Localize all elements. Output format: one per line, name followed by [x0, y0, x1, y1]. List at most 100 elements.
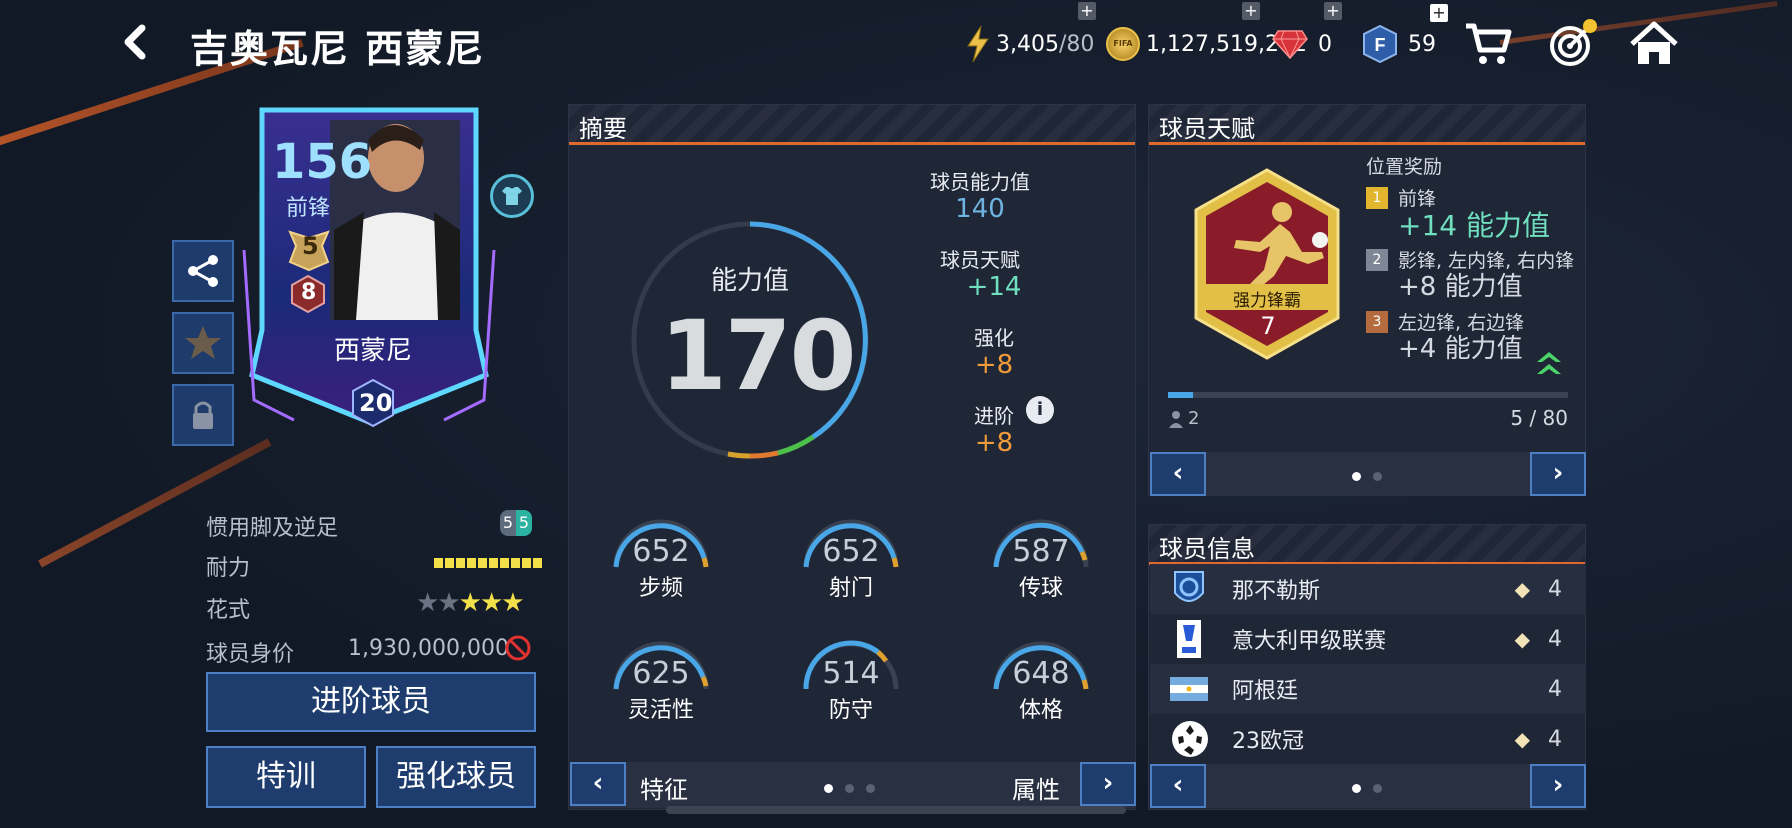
info-row-level: 4: [1548, 676, 1562, 702]
rank-badge: 5: [286, 226, 330, 272]
card-position: 前锋: [286, 196, 331, 221]
advance-value: +8: [974, 428, 1014, 458]
stat-label: 步频: [638, 576, 683, 601]
stat-value: 648: [1012, 656, 1070, 691]
add-gems-button[interactable]: +: [1324, 2, 1342, 20]
level-badge: 8: [288, 274, 328, 314]
add-coins-button[interactable]: +: [1242, 2, 1260, 20]
info-row-level: 4: [1548, 626, 1562, 652]
enhance-label: 强化: [974, 326, 1014, 350]
league-logo-icon: [1177, 620, 1201, 658]
talent-prev-button[interactable]: ‹: [1150, 452, 1206, 496]
stamina-label: 耐力: [206, 556, 251, 581]
talent-progress-fill: [1168, 392, 1193, 398]
traits-tab[interactable]: 特征: [640, 770, 688, 805]
page-dots: [1346, 778, 1388, 797]
argentina-flag-icon: [1170, 677, 1208, 701]
info-icon[interactable]: i: [1026, 396, 1054, 424]
ovr-value: 170: [660, 300, 856, 412]
training-button[interactable]: 特训: [206, 746, 366, 808]
info-row-level: 4: [1548, 726, 1562, 752]
gem-value: 0: [1318, 31, 1332, 57]
talent-header: 球员天赋: [1149, 105, 1585, 145]
cart-icon: [1466, 23, 1512, 64]
player-value: 1,930,000,000: [348, 636, 509, 661]
stat-value: 652: [632, 534, 690, 569]
star-icon: ★: [479, 588, 503, 618]
jersey-icon: [502, 187, 522, 205]
stat-value: 625: [632, 656, 690, 691]
favorite-button[interactable]: [172, 312, 234, 374]
not-tradable-icon: [504, 634, 532, 666]
season-badge: 20: [348, 378, 398, 428]
energy-value: 3,405: [996, 31, 1059, 57]
info-prev-button[interactable]: ‹: [1150, 764, 1206, 808]
add-energy-button[interactable]: +: [1078, 2, 1096, 20]
back-button[interactable]: [118, 20, 158, 64]
club-crest-icon: [1174, 571, 1204, 602]
info-row-name: 23欧冠: [1232, 729, 1304, 754]
champions-ball-icon: [1172, 721, 1208, 757]
skill-moves-label: 花式: [206, 598, 251, 623]
attributes-tab[interactable]: 属性: [1012, 770, 1060, 805]
lock-button[interactable]: [172, 384, 234, 446]
page-title: 吉奥瓦尼 西蒙尼: [190, 27, 486, 71]
info-row-league[interactable]: 意大利甲级联赛 ◆ 4: [1150, 614, 1586, 664]
info-row-nation[interactable]: 阿根廷 4: [1150, 664, 1586, 714]
stat-value: 514: [822, 656, 880, 691]
info-next-button[interactable]: ›: [1530, 764, 1586, 808]
rank-value: 5: [302, 232, 319, 260]
coin-icon: FIFA: [1106, 27, 1140, 61]
talent-count-value: 2: [1188, 408, 1200, 429]
skill-stars: ★★★★★: [416, 588, 525, 618]
info-row-club[interactable]: 那不勒斯 ◆ 4: [1150, 564, 1586, 614]
shop-button[interactable]: [1462, 18, 1514, 70]
level-value: 8: [301, 280, 317, 305]
tier-rank: 2: [1366, 248, 1388, 271]
stat-label: 体格: [1018, 698, 1063, 723]
kit-button[interactable]: [490, 174, 534, 218]
objectives-button[interactable]: [1546, 18, 1598, 70]
stat-label: 传球: [1018, 576, 1063, 601]
base-rating-label: 球员能力值: [930, 170, 1030, 194]
svg-text:F: F: [1375, 35, 1386, 55]
summary-next-button[interactable]: ›: [1080, 762, 1136, 806]
gem-icon: [1272, 30, 1308, 59]
foot-indicator: 5 5: [500, 510, 532, 536]
tier-bonus: +4 能力值: [1398, 334, 1523, 364]
home-button[interactable]: [1628, 18, 1680, 70]
talent-level: 7: [1260, 312, 1276, 340]
target-icon: [1550, 19, 1597, 66]
enhance-player-button[interactable]: 强化球员: [376, 746, 536, 808]
summary-header: 摘要: [569, 105, 1135, 145]
talent-value: +14: [966, 272, 1022, 302]
card-rating: 156: [272, 134, 373, 190]
fifa-points-display: F 59 +: [1362, 4, 1448, 66]
info-row-name: 阿根廷: [1232, 679, 1299, 704]
player-info-header: 球员信息: [1149, 525, 1585, 565]
stamina-bar: [434, 558, 542, 568]
chemistry-icon: ◆: [1514, 577, 1530, 601]
info-row-name: 那不勒斯: [1232, 579, 1321, 604]
enhance-value: +8: [974, 350, 1014, 380]
base-rating-value: 140: [955, 194, 1005, 224]
weak-foot-value: 5: [500, 510, 516, 536]
stat-label: 灵活性: [627, 698, 694, 723]
talent-count: 2: [1168, 408, 1199, 429]
star-icon: ★: [437, 588, 460, 618]
star-icon: ★: [458, 588, 482, 618]
advance-player-button[interactable]: 进阶球员: [206, 672, 536, 732]
talent-label: 球员天赋: [940, 248, 1020, 272]
summary-prev-button[interactable]: ‹: [570, 762, 626, 806]
talent-name: 强力锋霸: [1233, 291, 1301, 311]
add-points-button[interactable]: +: [1430, 4, 1448, 22]
page-dots: [1346, 466, 1388, 485]
star-icon: ★: [416, 588, 439, 618]
gem-display: 0 +: [1272, 2, 1342, 66]
season-value: 20: [359, 389, 393, 417]
info-row-program[interactable]: 23欧冠 ◆ 4: [1150, 714, 1586, 764]
talent-next-button[interactable]: ›: [1530, 452, 1586, 496]
share-icon: [188, 255, 218, 287]
chemistry-icon: ◆: [1514, 627, 1530, 651]
share-button[interactable]: [172, 240, 234, 302]
